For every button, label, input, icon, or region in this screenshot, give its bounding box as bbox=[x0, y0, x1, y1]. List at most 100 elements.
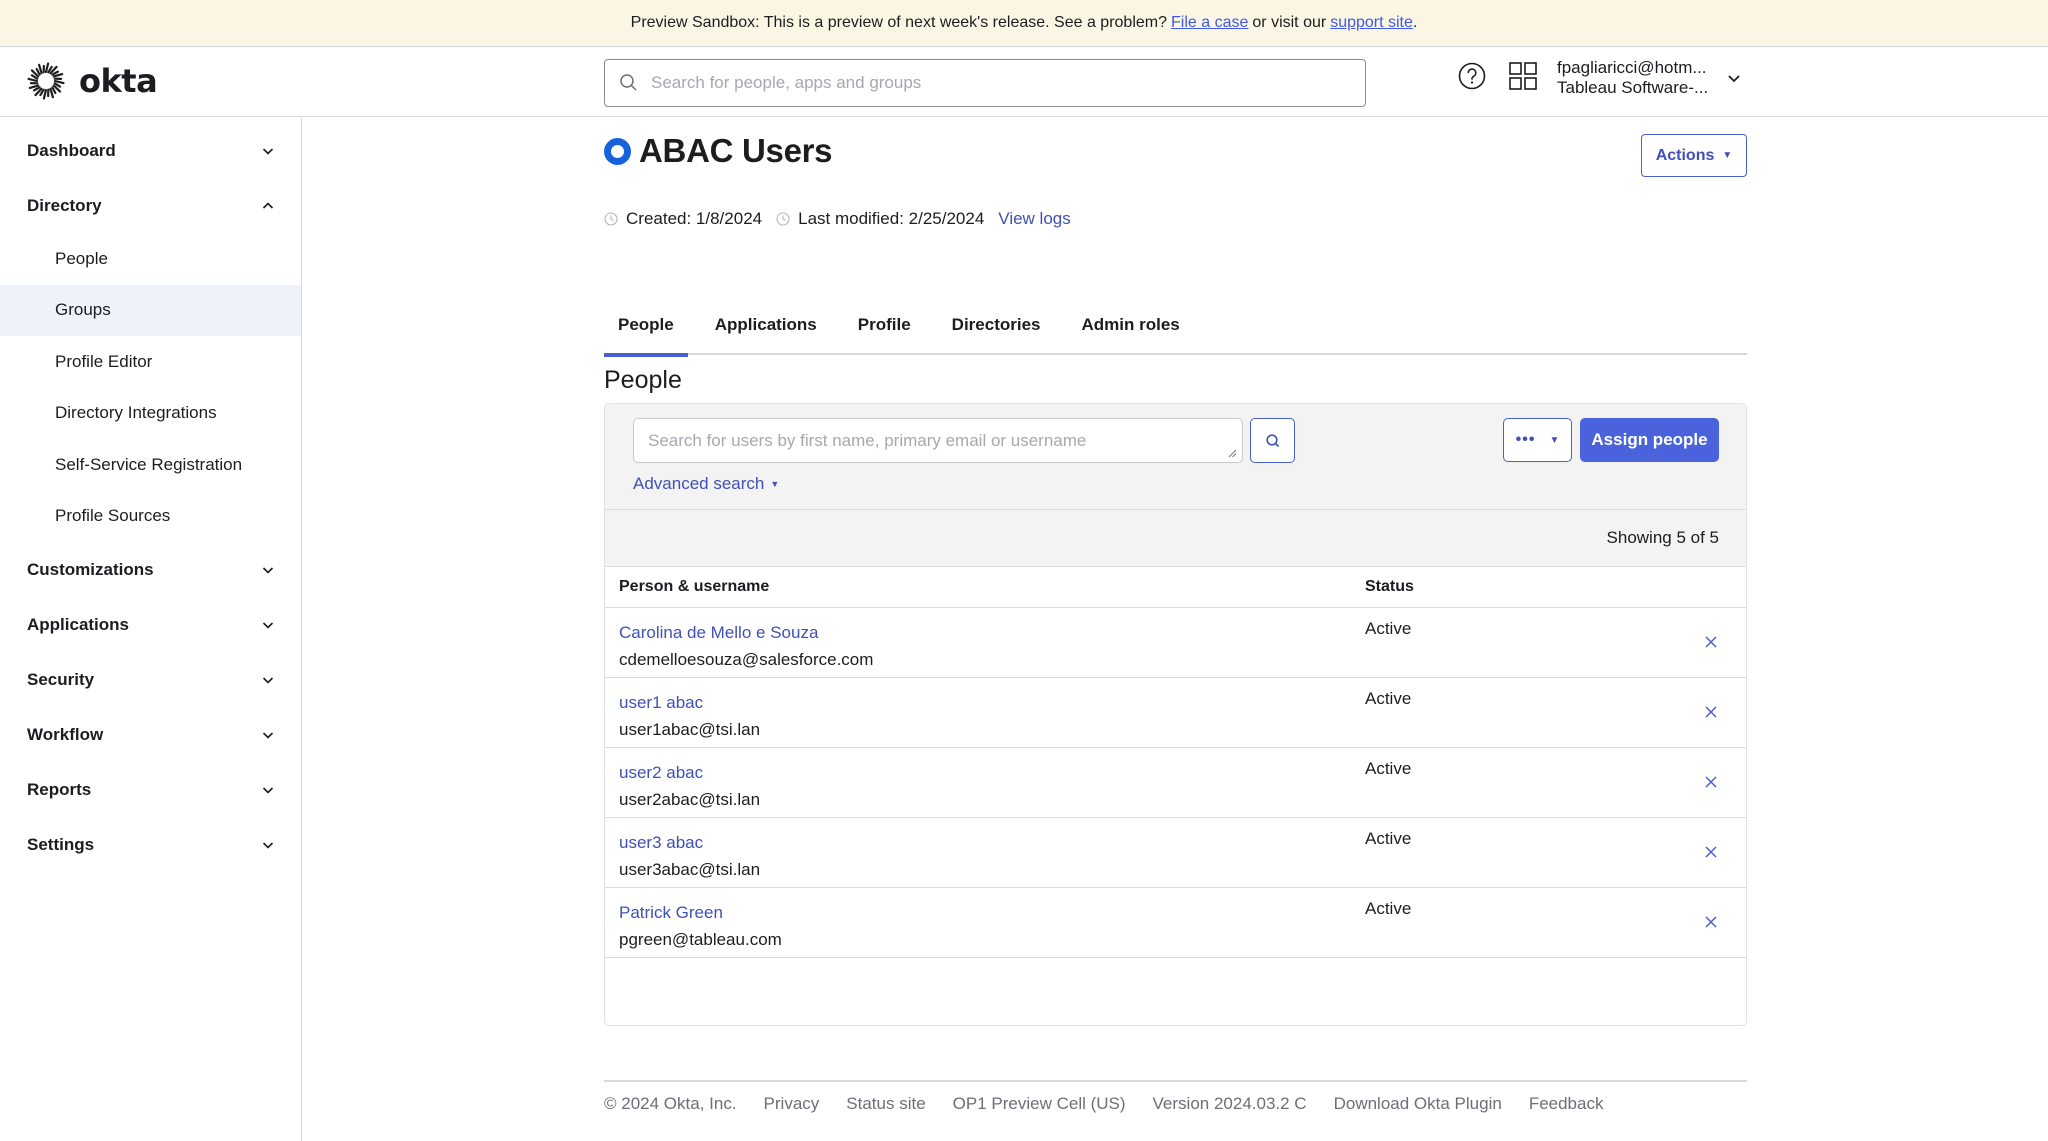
sidebar-section-customizations[interactable]: Customizations bbox=[0, 542, 301, 597]
people-search-input[interactable] bbox=[634, 419, 1242, 462]
sidebar-section-label: Customizations bbox=[27, 559, 154, 579]
sidebar-section-reports[interactable]: Reports bbox=[0, 762, 301, 817]
person-cell: Patrick Green pgreen@tableau.com bbox=[619, 888, 1365, 957]
status-cell: Active bbox=[1365, 829, 1412, 848]
remove-person-button[interactable] bbox=[1699, 910, 1723, 934]
top-header: okta fpagliaricci@hotm... Tableau Softwa… bbox=[0, 48, 2048, 117]
sidebar-item-people[interactable]: People bbox=[0, 233, 301, 285]
person-name-link[interactable]: user2 abac bbox=[619, 759, 1365, 786]
support-site-link[interactable]: support site bbox=[1330, 14, 1413, 32]
caret-down-icon: ▼ bbox=[1722, 150, 1733, 161]
person-name-link[interactable]: Patrick Green bbox=[619, 899, 1365, 926]
remove-person-button[interactable] bbox=[1699, 840, 1723, 864]
results-count: Showing 5 of 5 bbox=[1606, 528, 1719, 547]
table-row: user2 abac user2abac@tsi.lan Active bbox=[605, 748, 1746, 818]
status-cell: Active bbox=[1365, 759, 1412, 778]
footer-link-download-okta-plugin[interactable]: Download Okta Plugin bbox=[1334, 1094, 1502, 1114]
chevron-down-icon bbox=[262, 621, 274, 629]
page-footer: © 2024 Okta, Inc. Privacy Status site OP1 P… bbox=[604, 1080, 1747, 1114]
tab-label: Applications bbox=[714, 314, 817, 334]
person-cell: user1 abac user1abac@tsi.lan bbox=[619, 678, 1365, 747]
table-header: Person & username Status bbox=[605, 567, 1746, 608]
remove-person-button[interactable] bbox=[1699, 770, 1723, 794]
people-section-title: People bbox=[604, 366, 682, 394]
sidebar-section-dashboard[interactable]: Dashboard bbox=[0, 123, 301, 178]
person-username: pgreen@tableau.com bbox=[619, 930, 782, 949]
people-search-button[interactable] bbox=[1250, 418, 1295, 463]
tab-profile[interactable]: Profile bbox=[844, 294, 925, 355]
person-cell: user3 abac user3abac@tsi.lan bbox=[619, 818, 1365, 887]
more-actions-dropdown[interactable]: ••• ▼ bbox=[1503, 418, 1572, 462]
footer-link-feedback[interactable]: Feedback bbox=[1529, 1094, 1604, 1114]
sidebar-item-self-service-registration[interactable]: Self-Service Registration bbox=[0, 439, 301, 491]
user-email: fpagliaricci@hotm... bbox=[1557, 58, 1707, 77]
tab-people[interactable]: People bbox=[604, 294, 688, 357]
sidebar-item-profile-sources[interactable]: Profile Sources bbox=[0, 491, 301, 543]
caret-down-icon: ▼ bbox=[770, 479, 780, 489]
tab-admin-roles[interactable]: Admin roles bbox=[1068, 294, 1194, 355]
resize-grip-icon[interactable] bbox=[1228, 449, 1236, 457]
close-icon bbox=[1705, 636, 1717, 648]
sidebar-item-label: Profile Sources bbox=[55, 506, 171, 526]
help-circle-icon[interactable] bbox=[1457, 61, 1487, 91]
created-text: Created: 1/8/2024 bbox=[626, 209, 763, 228]
tab-applications[interactable]: Applications bbox=[701, 294, 831, 355]
people-toolbar: Advanced search ▼ ••• ▼ Assign people bbox=[605, 404, 1746, 510]
footer-link-version-2024-03-2-c[interactable]: Version 2024.03.2 C bbox=[1153, 1094, 1307, 1114]
chevron-down-icon bbox=[262, 147, 274, 155]
footer-link-op1-preview-cell-us[interactable]: OP1 Preview Cell (US) bbox=[953, 1094, 1126, 1114]
person-name-link[interactable]: Carolina de Mello e Souza bbox=[619, 619, 1365, 646]
sidebar-item-groups[interactable]: Groups bbox=[0, 284, 301, 336]
sidebar-section-label: Security bbox=[27, 669, 95, 689]
chevron-down-icon bbox=[262, 676, 274, 684]
sidebar-section-workflow[interactable]: Workflow bbox=[0, 707, 301, 762]
user-account-menu[interactable]: fpagliaricci@hotm... Tableau Software-..… bbox=[1557, 58, 1742, 98]
global-search-input[interactable] bbox=[651, 73, 1331, 93]
column-header-status[interactable]: Status bbox=[1365, 578, 1665, 596]
people-panel: Advanced search ▼ ••• ▼ Assign people Sho… bbox=[604, 403, 1747, 1026]
actions-label: Actions bbox=[1655, 146, 1715, 164]
view-logs-link[interactable]: View logs bbox=[998, 209, 1070, 229]
sidebar-item-profile-editor[interactable]: Profile Editor bbox=[0, 336, 301, 388]
sidebar-section-applications[interactable]: Applications bbox=[0, 597, 301, 652]
results-count-bar: Showing 5 of 5 bbox=[605, 510, 1746, 567]
group-meta: Created: 1/8/2024 Last modified: 2/25/20… bbox=[604, 209, 1071, 229]
footer-link-privacy[interactable]: Privacy bbox=[764, 1094, 820, 1114]
actions-dropdown-button[interactable]: Actions ▼ bbox=[1641, 134, 1747, 177]
chevron-up-icon bbox=[262, 201, 274, 209]
person-name-link[interactable]: user3 abac bbox=[619, 829, 1365, 856]
sidebar-section-settings[interactable]: Settings bbox=[0, 817, 301, 872]
sidebar-item-label: People bbox=[55, 248, 108, 268]
file-a-case-link[interactable]: File a case bbox=[1171, 14, 1248, 32]
close-icon bbox=[1705, 706, 1717, 718]
advanced-search-label: Advanced search bbox=[633, 474, 765, 493]
footer-link-status-site[interactable]: Status site bbox=[846, 1094, 925, 1114]
app-grid-icon[interactable] bbox=[1508, 61, 1538, 91]
banner-text-middle: or visit our bbox=[1252, 14, 1327, 31]
column-header-person[interactable]: Person & username bbox=[619, 578, 1365, 596]
person-name-link[interactable]: user1 abac bbox=[619, 689, 1365, 716]
tab-label: People bbox=[618, 314, 674, 334]
remove-person-button[interactable] bbox=[1699, 700, 1723, 724]
remove-person-button[interactable] bbox=[1699, 630, 1723, 654]
person-username: user3abac@tsi.lan bbox=[619, 860, 761, 879]
clock-icon bbox=[604, 212, 618, 226]
okta-logo[interactable]: okta bbox=[27, 62, 158, 100]
sidebar-section-label: Applications bbox=[27, 614, 130, 634]
table-row: user3 abac user3abac@tsi.lan Active bbox=[605, 818, 1746, 888]
banner-text-end: . bbox=[1412, 14, 1418, 31]
sidebar-section-directory[interactable]: Directory bbox=[0, 178, 301, 233]
assign-people-button[interactable]: Assign people bbox=[1580, 418, 1719, 462]
global-search-box[interactable] bbox=[604, 59, 1366, 107]
created-date: Created: 1/8/2024 bbox=[604, 209, 762, 229]
sidebar-section-security[interactable]: Security bbox=[0, 652, 301, 707]
person-username: user1abac@tsi.lan bbox=[619, 720, 761, 739]
sidebar-item-directory-integrations[interactable]: Directory Integrations bbox=[0, 388, 301, 440]
advanced-search-toggle[interactable]: Advanced search ▼ bbox=[633, 474, 779, 494]
tab-directories[interactable]: Directories bbox=[938, 294, 1055, 355]
people-search-box[interactable] bbox=[633, 418, 1243, 463]
close-icon bbox=[1705, 916, 1717, 928]
footer-copyright: © 2024 Okta, Inc. bbox=[604, 1094, 737, 1113]
close-icon bbox=[1705, 846, 1717, 858]
sidebar-item-label: Directory Integrations bbox=[55, 403, 217, 423]
